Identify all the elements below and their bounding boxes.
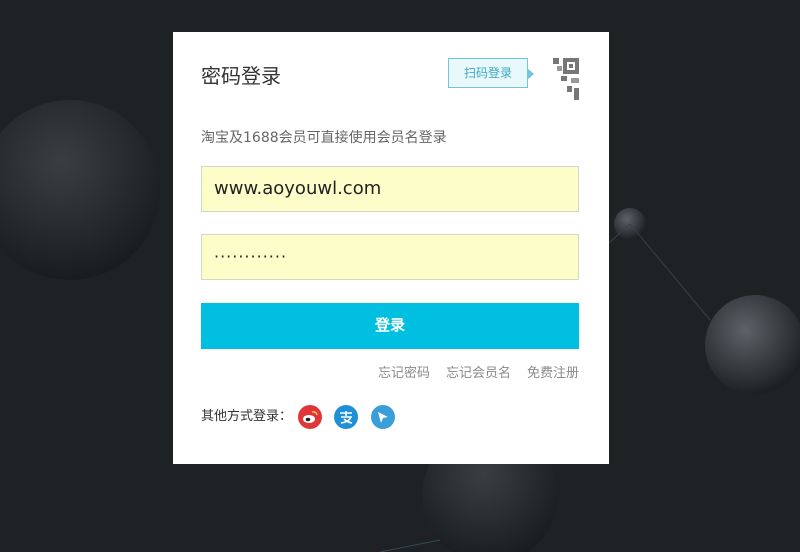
alipay-icon[interactable]	[334, 405, 358, 429]
register-link[interactable]: 免费注册	[527, 366, 579, 381]
panel-title: 密码登录	[201, 64, 281, 88]
bird-icon[interactable]	[371, 405, 395, 429]
qr-code-icon[interactable]	[531, 56, 581, 102]
qr-login-tip[interactable]: 扫码登录	[448, 58, 534, 88]
forgot-password-link[interactable]: 忘记密码	[378, 366, 430, 381]
login-panel: 密码登录 扫码登录 淘宝及1688会员可直接使用会员名登录 www.aoyouw…	[173, 32, 609, 464]
help-links: 忘记密码 忘记会员名 免费注册	[362, 362, 579, 381]
password-field[interactable]: ············	[201, 234, 579, 280]
username-field[interactable]: www.aoyouwl.com	[201, 166, 579, 212]
other-login-label: 其他方式登录：	[201, 409, 293, 424]
login-button[interactable]: 登录	[201, 303, 579, 349]
login-hint: 淘宝及1688会员可直接使用会员名登录	[201, 130, 447, 146]
forgot-username-link[interactable]: 忘记会员名	[446, 366, 511, 381]
weibo-icon[interactable]	[298, 405, 322, 429]
